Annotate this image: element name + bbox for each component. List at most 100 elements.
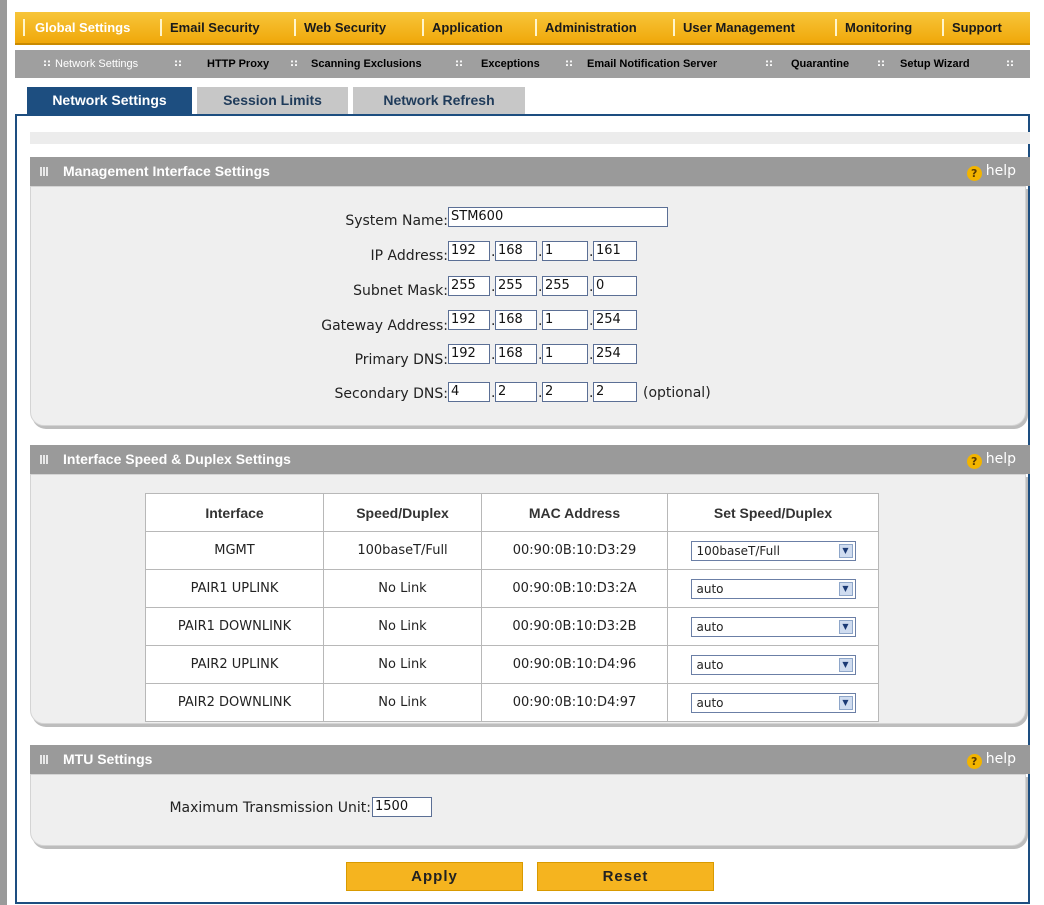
speed-duplex-value: No Link — [323, 683, 482, 722]
interface-name: PAIR1 UPLINK — [145, 569, 324, 608]
gateway-octet-3[interactable]: 1 — [542, 310, 588, 330]
nav-web-security[interactable]: Web Security — [304, 12, 386, 43]
optional-note: (optional) — [643, 385, 711, 401]
help-link[interactable]: ? help — [966, 157, 1016, 186]
chevron-down-icon: ▼ — [838, 543, 853, 558]
system-name-field[interactable]: STM600 — [448, 207, 668, 227]
chevron-down-icon: ▼ — [838, 619, 853, 634]
mac-address-value: 00:90:0B:10:D3:2B — [481, 607, 668, 646]
secondary-dns-octet-4[interactable]: 2 — [593, 382, 637, 402]
top-strip — [30, 132, 1030, 144]
subnav-exceptions[interactable]: Exceptions — [481, 50, 540, 78]
management-section-header: Management Interface Settings ? help — [30, 157, 1030, 186]
column-header-set-speed-duplex: Set Speed/Duplex — [667, 493, 879, 532]
tab-network-refresh[interactable]: Network Refresh — [353, 87, 525, 114]
mtu-section-header: MTU Settings ? help — [30, 745, 1030, 774]
chevron-down-icon: ▼ — [838, 695, 853, 710]
subnet-octet-1[interactable]: 255 — [448, 276, 490, 296]
subnet-octet-2[interactable]: 255 — [495, 276, 537, 296]
ip-octet-3[interactable]: 1 — [542, 241, 588, 261]
subnav-separator: :: — [455, 58, 463, 69]
nav-separator — [835, 19, 837, 36]
table-row: MGMT 100baseT/Full 00:90:0B:10:D3:29 100… — [145, 531, 879, 570]
nav-application[interactable]: Application — [432, 12, 503, 43]
nav-support[interactable]: Support — [952, 12, 1002, 43]
chevron-down-icon: ▼ — [838, 581, 853, 596]
nav-email-security[interactable]: Email Security — [170, 12, 260, 43]
primary-dns-octet-1[interactable]: 192 — [448, 344, 490, 364]
primary-dns-octet-4[interactable]: 254 — [593, 344, 637, 364]
gateway-address-label: Gateway Address: — [321, 318, 448, 334]
help-icon: ? — [966, 166, 982, 181]
interface-table: Interface Speed/Duplex MAC Address Set S… — [145, 493, 879, 722]
subnav-separator: :: — [565, 58, 573, 69]
help-link[interactable]: ? help — [966, 745, 1016, 774]
nav-global-settings[interactable]: Global Settings — [35, 12, 130, 43]
ip-octet-2[interactable]: 168 — [495, 241, 537, 261]
subnav-separator: :: — [174, 58, 182, 69]
subnav-quarantine[interactable]: Quarantine — [791, 50, 849, 78]
sub-nav: :: Network Settings :: HTTP Proxy :: Sca… — [15, 50, 1030, 78]
main-nav: Global Settings Email Security Web Secur… — [15, 12, 1030, 45]
ip-address-label: IP Address: — [370, 248, 449, 264]
nav-separator — [23, 19, 25, 36]
reset-button[interactable]: Reset — [537, 862, 714, 891]
subnav-separator: :: — [290, 58, 298, 69]
nav-separator — [673, 19, 675, 36]
table-row: PAIR2 DOWNLINK No Link 00:90:0B:10:D4:97… — [145, 683, 879, 722]
grip-icon — [40, 455, 49, 464]
column-header-mac-address: MAC Address — [481, 493, 668, 532]
subnav-http-proxy[interactable]: HTTP Proxy — [207, 50, 269, 78]
speed-duplex-select[interactable]: auto ▼ — [690, 616, 856, 637]
speed-duplex-value: 100baseT/Full — [323, 531, 482, 570]
interface-name: MGMT — [145, 531, 324, 570]
tab-session-limits[interactable]: Session Limits — [197, 87, 348, 114]
nav-monitoring[interactable]: Monitoring — [845, 12, 912, 43]
subnav-network-settings[interactable]: Network Settings — [55, 50, 138, 78]
gateway-octet-1[interactable]: 192 — [448, 310, 490, 330]
mac-address-value: 00:90:0B:10:D4:96 — [481, 645, 668, 684]
subnav-email-notification-server[interactable]: Email Notification Server — [587, 50, 717, 78]
secondary-dns-octet-2[interactable]: 2 — [495, 382, 537, 402]
help-link[interactable]: ? help — [966, 445, 1016, 474]
secondary-dns-octet-3[interactable]: 2 — [542, 382, 588, 402]
ip-octet-4[interactable]: 161 — [593, 241, 637, 261]
table-row: PAIR1 DOWNLINK No Link 00:90:0B:10:D3:2B… — [145, 607, 879, 646]
nav-user-management[interactable]: User Management — [683, 12, 795, 43]
primary-dns-label: Primary DNS: — [354, 352, 448, 368]
secondary-dns-octet-1[interactable]: 4 — [448, 382, 490, 402]
speed-duplex-select[interactable]: auto ▼ — [690, 578, 856, 599]
primary-dns-octet-3[interactable]: 1 — [542, 344, 588, 364]
subnav-scanning-exclusions[interactable]: Scanning Exclusions — [311, 50, 422, 78]
speed-duplex-select[interactable]: 100baseT/Full ▼ — [690, 540, 856, 561]
primary-dns-octet-2[interactable]: 168 — [495, 344, 537, 364]
mtu-field[interactable]: 1500 — [372, 797, 432, 817]
apply-button[interactable]: Apply — [346, 862, 523, 891]
column-header-speed-duplex: Speed/Duplex — [323, 493, 482, 532]
speed-duplex-value: No Link — [323, 607, 482, 646]
gateway-octet-2[interactable]: 168 — [495, 310, 537, 330]
ip-octet-1[interactable]: 192 — [448, 241, 490, 261]
speed-duplex-value: No Link — [323, 569, 482, 608]
grip-icon — [40, 167, 49, 176]
interface-name: PAIR2 UPLINK — [145, 645, 324, 684]
speed-duplex-select[interactable]: auto ▼ — [690, 654, 856, 675]
nav-separator — [294, 19, 296, 36]
nav-separator — [160, 19, 162, 36]
system-name-label: System Name: — [345, 213, 448, 229]
chevron-down-icon: ▼ — [838, 657, 853, 672]
table-header-row: Interface Speed/Duplex MAC Address Set S… — [145, 493, 879, 532]
gateway-octet-4[interactable]: 254 — [593, 310, 637, 330]
nav-administration[interactable]: Administration — [545, 12, 637, 43]
subnav-setup-wizard[interactable]: Setup Wizard — [900, 50, 970, 78]
tab-network-settings[interactable]: Network Settings — [27, 87, 192, 114]
speed-duplex-value: No Link — [323, 645, 482, 684]
subnav-separator: :: — [1006, 58, 1014, 69]
mac-address-value: 00:90:0B:10:D4:97 — [481, 683, 668, 722]
nav-separator — [422, 19, 424, 36]
speed-duplex-select[interactable]: auto ▼ — [690, 692, 856, 713]
subnav-separator: :: — [43, 58, 51, 69]
subnet-octet-4[interactable]: 0 — [593, 276, 637, 296]
help-icon: ? — [966, 454, 982, 469]
subnet-octet-3[interactable]: 255 — [542, 276, 588, 296]
